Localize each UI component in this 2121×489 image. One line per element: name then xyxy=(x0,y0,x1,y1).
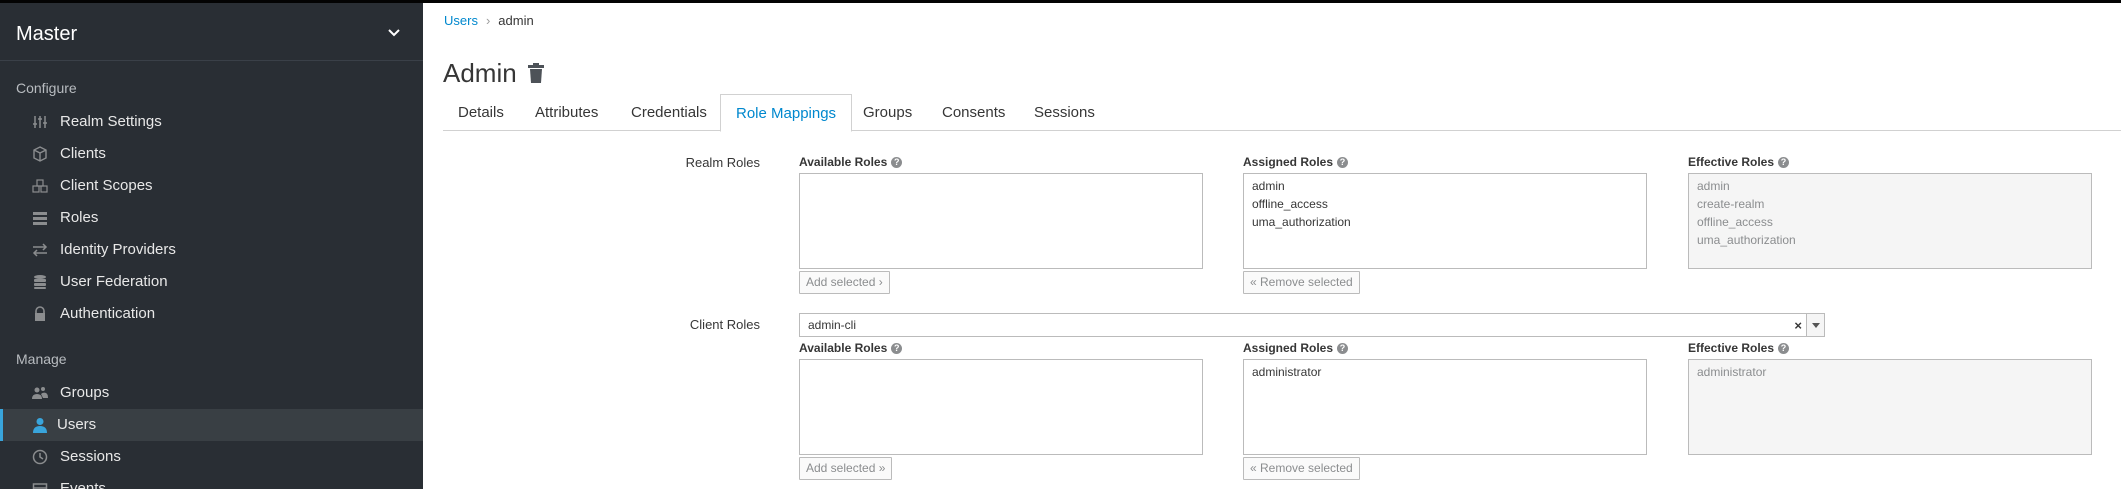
realm-assigned-roles-list[interactable]: admin offline_access uma_authorization xyxy=(1243,173,1647,269)
sidebar-item-groups[interactable]: Groups xyxy=(0,377,423,409)
sidebar-item-label: Authentication xyxy=(60,305,156,322)
list-item[interactable]: offline_access xyxy=(1252,195,1638,213)
list-item: uma_authorization xyxy=(1697,233,1796,247)
database-icon xyxy=(34,275,46,289)
client-available-roles-list[interactable] xyxy=(799,359,1203,455)
help-icon[interactable]: ? xyxy=(1337,343,1349,355)
cubes-icon xyxy=(32,179,48,193)
sidebar-item-realm-settings[interactable]: Realm Settings xyxy=(0,106,423,138)
list-item: admin xyxy=(1697,179,1730,193)
sidebar-item-authentication[interactable]: Authentication xyxy=(0,298,423,330)
realm-available-roles-label: Available Roles? xyxy=(799,155,903,169)
exchange-icon xyxy=(32,243,48,257)
tab-details[interactable]: Details xyxy=(443,94,519,131)
client-effective-roles-label: Effective Roles? xyxy=(1688,341,1790,355)
breadcrumb-separator: › xyxy=(485,13,491,28)
users-icon xyxy=(32,387,48,399)
sidebar-item-label: Sessions xyxy=(60,448,121,465)
help-icon[interactable]: ? xyxy=(891,343,903,355)
client-select[interactable]: admin-cli × xyxy=(799,313,1825,337)
realm-available-roles-list[interactable] xyxy=(799,173,1203,269)
client-assigned-roles-label: Assigned Roles? xyxy=(1243,341,1349,355)
tab-attributes[interactable]: Attributes xyxy=(520,94,613,131)
breadcrumb-users-link[interactable]: Users xyxy=(444,13,478,28)
clock-icon xyxy=(32,449,48,465)
tab-consents[interactable]: Consents xyxy=(927,94,1020,131)
list-item[interactable]: admin xyxy=(1252,177,1638,195)
sidebar-item-label: Groups xyxy=(60,384,110,401)
client-remove-selected-button[interactable]: « Remove selected xyxy=(1243,457,1360,480)
realm-assigned-roles-label: Assigned Roles? xyxy=(1243,155,1349,169)
sidebar-item-label: Realm Settings xyxy=(60,113,162,130)
list-item: create-realm xyxy=(1697,197,1765,211)
lock-icon xyxy=(35,306,45,321)
trash-icon[interactable] xyxy=(527,63,545,83)
sidebar-item-client-scopes[interactable]: Client Scopes xyxy=(0,170,423,202)
help-icon[interactable]: ? xyxy=(1337,157,1349,169)
client-select-value: admin-cli xyxy=(808,318,857,332)
list-icon xyxy=(33,212,47,225)
sidebar: Master Configure Realm Settings Clients … xyxy=(0,3,423,489)
help-icon[interactable]: ? xyxy=(1778,343,1790,355)
configure-section-label: Configure xyxy=(16,80,77,96)
list-item[interactable]: uma_authorization xyxy=(1252,213,1638,231)
help-icon[interactable]: ? xyxy=(1778,157,1790,169)
sidebar-item-roles[interactable]: Roles xyxy=(0,202,423,234)
client-assigned-roles-list[interactable]: administrator xyxy=(1243,359,1647,455)
tab-sessions[interactable]: Sessions xyxy=(1019,94,1110,131)
realm-add-selected-button[interactable]: Add selected › xyxy=(799,271,890,294)
sidebar-item-events[interactable]: Events xyxy=(0,473,423,489)
client-add-selected-button[interactable]: Add selected » xyxy=(799,457,893,480)
calendar-icon xyxy=(32,483,48,489)
user-icon xyxy=(33,418,47,433)
chevron-down-icon xyxy=(388,29,400,37)
page-title: Admin xyxy=(443,58,517,88)
sidebar-item-sessions[interactable]: Sessions xyxy=(0,441,423,473)
tab-groups[interactable]: Groups xyxy=(848,94,927,131)
list-item[interactable]: administrator xyxy=(1252,363,1638,381)
manage-section-label: Manage xyxy=(16,351,67,367)
realm-effective-roles-list: admin create-realm offline_access uma_au… xyxy=(1688,173,2092,269)
breadcrumb: Users › admin xyxy=(444,13,534,28)
realm-selector[interactable]: Master xyxy=(0,3,423,61)
list-item: administrator xyxy=(1697,365,1767,379)
clear-icon[interactable]: × xyxy=(1794,315,1802,337)
cube-icon xyxy=(33,146,47,162)
client-effective-roles-list: administrator xyxy=(1688,359,2092,455)
sidebar-item-identity-providers[interactable]: Identity Providers xyxy=(0,234,423,266)
realm-roles-label: Realm Roles xyxy=(685,155,760,170)
sidebar-item-label: Identity Providers xyxy=(60,241,176,258)
sidebar-item-users[interactable]: Users xyxy=(0,409,423,441)
client-roles-label: Client Roles xyxy=(689,317,760,332)
sidebar-item-label: Users xyxy=(57,416,97,433)
client-available-roles-label: Available Roles? xyxy=(799,341,903,355)
sidebar-item-label: Clients xyxy=(60,145,106,162)
tab-credentials[interactable]: Credentials xyxy=(616,94,722,131)
help-icon[interactable]: ? xyxy=(891,157,903,169)
realm-name: Master xyxy=(16,23,78,45)
realm-effective-roles-label: Effective Roles? xyxy=(1688,155,1790,169)
sliders-icon xyxy=(33,116,47,128)
sidebar-item-label: Events xyxy=(60,480,106,489)
sidebar-item-clients[interactable]: Clients xyxy=(0,138,423,170)
sidebar-item-user-federation[interactable]: User Federation xyxy=(0,266,423,298)
sidebar-item-label: User Federation xyxy=(60,273,168,290)
sidebar-item-label: Client Scopes xyxy=(60,177,153,194)
tab-bar: Details Attributes Credentials Role Mapp… xyxy=(443,94,2121,132)
realm-remove-selected-button[interactable]: « Remove selected xyxy=(1243,271,1360,294)
sidebar-item-label: Roles xyxy=(60,209,99,226)
tab-role-mappings[interactable]: Role Mappings xyxy=(720,94,853,132)
chevron-down-icon[interactable] xyxy=(1806,314,1824,336)
breadcrumb-current: admin xyxy=(498,13,534,28)
list-item: offline_access xyxy=(1697,215,1773,229)
